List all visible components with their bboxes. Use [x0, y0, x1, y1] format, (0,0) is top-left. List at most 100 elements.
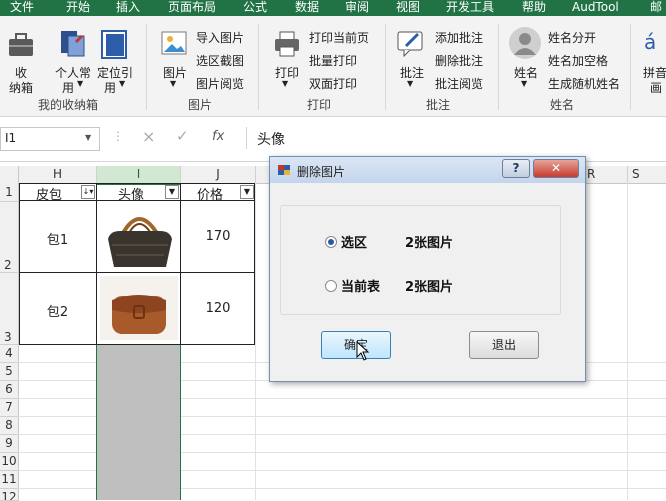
pinyin-icon[interactable]: á — [644, 30, 666, 60]
radio-current-sheet[interactable] — [325, 280, 337, 292]
chevron-down-icon[interactable]: ▼ — [119, 79, 125, 88]
tab-page-layout[interactable]: 页面布局 — [168, 0, 216, 16]
chevron-down-icon[interactable]: ▼ — [85, 133, 91, 142]
row-header-11[interactable]: 11 — [0, 471, 19, 489]
tab-developer[interactable]: 开发工具 — [446, 0, 494, 16]
column-header-blank[interactable] — [256, 166, 270, 184]
help-button[interactable]: ? — [502, 159, 530, 178]
tab-insert[interactable]: 插入 — [116, 0, 140, 16]
group-label-print: 打印 — [307, 98, 332, 112]
row-header-3[interactable]: 3 — [0, 273, 19, 345]
pinyin-label-2[interactable]: 画 — [650, 79, 662, 96]
column-header-h[interactable]: H — [19, 166, 97, 184]
row-header-10[interactable]: 10 — [0, 453, 19, 471]
confirm-icon[interactable]: ✓ — [176, 127, 189, 145]
dialog-titlebar[interactable]: 删除图片 ? ✕ — [270, 157, 585, 183]
cancel-icon[interactable]: × — [142, 127, 155, 146]
radio-selection[interactable] — [325, 236, 337, 248]
picture-icon[interactable] — [160, 28, 188, 60]
row-header-4[interactable]: 4 — [0, 345, 19, 363]
select-all-corner[interactable] — [0, 166, 19, 184]
row-header-1[interactable]: 1 — [0, 183, 19, 202]
random-name-label: 生成随机姓名 — [548, 77, 621, 91]
group-label-comment: 批注 — [426, 98, 451, 112]
select-crop-label: 选区截图 — [196, 54, 245, 68]
row-header-12[interactable]: 12 — [0, 489, 19, 501]
locate-icon[interactable] — [98, 28, 130, 60]
cell-price-2[interactable]: 120 — [181, 301, 255, 316]
comment-browse-button[interactable]: 批注阅览 — [435, 75, 483, 92]
exit-button[interactable]: 退出 — [469, 331, 539, 359]
bag-image-black-handbag[interactable] — [102, 205, 176, 269]
picture-browse-label: 图片阅览 — [196, 77, 245, 91]
print-current-page-button[interactable]: 打印当前页 — [309, 29, 369, 46]
tab-audtool[interactable]: AudTool — [572, 0, 619, 16]
group-label-toolbox: 我的收纳箱 — [38, 98, 99, 112]
select-crop-button[interactable]: 选区截图 — [196, 52, 244, 69]
chevron-down-icon[interactable]: ▼ — [170, 79, 176, 88]
option-sheet-label[interactable]: 当前表 — [341, 276, 380, 295]
group-separator — [258, 24, 259, 110]
cell-bag-2[interactable]: 包2 — [19, 301, 96, 320]
column-header-r[interactable]: R — [585, 166, 628, 184]
scope-option-group: 选区 2张图片 当前表 2张图片 — [280, 205, 561, 315]
personal-label-2[interactable]: 用 — [62, 79, 74, 96]
row-header-5[interactable]: 5 — [0, 363, 19, 381]
row-header-8[interactable]: 8 — [0, 417, 19, 435]
comment-browse-label: 批注阅览 — [435, 77, 484, 91]
duplex-print-label: 双面打印 — [309, 77, 358, 91]
filter-dropdown-icon[interactable]: ▼ — [240, 185, 254, 199]
name-add-space-button[interactable]: 姓名加空格 — [548, 52, 608, 69]
toolbox-icon[interactable] — [6, 30, 36, 60]
tab-review[interactable]: 审阅 — [345, 0, 369, 16]
cell-border — [180, 201, 181, 345]
more-options-icon[interactable]: ⋮ — [112, 129, 124, 143]
name-split-button[interactable]: 姓名分开 — [548, 29, 596, 46]
filter-dropdown-icon[interactable]: ▼ — [165, 185, 179, 199]
add-comment-button[interactable]: 添加批注 — [435, 29, 483, 46]
filter-sort-icon[interactable]: ↓▾ — [81, 185, 95, 199]
import-picture-label: 导入图片 — [196, 31, 245, 45]
row-header-9[interactable]: 9 — [0, 435, 19, 453]
comment-icon[interactable] — [396, 28, 426, 60]
toolbox-label-2[interactable]: 纳箱 — [9, 79, 33, 96]
import-picture-button[interactable]: 导入图片 — [196, 29, 244, 46]
picture-browse-button[interactable]: 图片阅览 — [196, 75, 244, 92]
chevron-down-icon[interactable]: ▼ — [77, 79, 83, 88]
duplex-print-button[interactable]: 双面打印 — [309, 75, 357, 92]
locate-label-2[interactable]: 用 — [104, 79, 116, 96]
tab-view[interactable]: 视图 — [396, 0, 420, 16]
close-button[interactable]: ✕ — [533, 159, 579, 178]
tab-home[interactable]: 开始 — [66, 0, 90, 16]
row-border — [19, 272, 255, 273]
tab-formulas[interactable]: 公式 — [243, 0, 267, 16]
row-header-7[interactable]: 7 — [0, 399, 19, 417]
printer-icon[interactable] — [272, 28, 302, 60]
add-comment-label: 添加批注 — [435, 31, 484, 45]
random-name-button[interactable]: 生成随机姓名 — [548, 75, 620, 92]
dialog-title: 删除图片 — [297, 165, 346, 179]
option-selection-label[interactable]: 选区 — [341, 232, 367, 251]
cell-bag-1[interactable]: 包1 — [19, 229, 96, 248]
row-header-2[interactable]: 2 — [0, 202, 19, 273]
tab-help[interactable]: 帮助 — [522, 0, 546, 16]
tab-file[interactable]: 文件 — [10, 0, 34, 16]
personal-icon[interactable] — [58, 28, 90, 60]
formula-input[interactable]: 头像 — [246, 127, 666, 149]
insert-function-icon[interactable]: fx — [212, 129, 224, 144]
name-box[interactable]: I1 ▼ — [0, 127, 100, 151]
batch-print-button[interactable]: 批量打印 — [309, 52, 357, 69]
tab-data[interactable]: 数据 — [295, 0, 319, 16]
chevron-down-icon[interactable]: ▼ — [407, 79, 413, 88]
column-header-j[interactable]: J — [181, 166, 256, 184]
chevron-down-icon[interactable]: ▼ — [521, 79, 527, 88]
user-avatar-icon[interactable] — [508, 26, 542, 60]
cell-price-1[interactable]: 170 — [181, 229, 255, 244]
column-header-s[interactable]: S — [628, 166, 666, 184]
row-header-2-label: 2 — [4, 258, 12, 272]
tab-mail[interactable]: 邮 — [650, 0, 662, 16]
bag-image-brown-satchel[interactable] — [100, 276, 178, 340]
delete-comment-button[interactable]: 删除批注 — [435, 52, 483, 69]
chevron-down-icon[interactable]: ▼ — [282, 79, 288, 88]
row-header-6[interactable]: 6 — [0, 381, 19, 399]
